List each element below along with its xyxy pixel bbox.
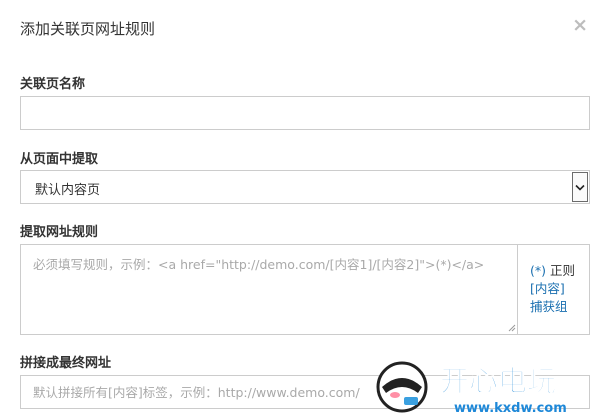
resize-grip-icon[interactable] [507, 323, 516, 332]
regex-label: 正则 [550, 263, 576, 278]
wildcard-link[interactable]: (*) [530, 263, 546, 278]
extract-from-select[interactable]: 默认内容页 [20, 170, 590, 204]
url-rule-textarea[interactable] [21, 245, 518, 334]
watermark-logo: 开心电玩 www.kxdw.com [376, 361, 567, 416]
final-url-label: 拼接成最终网址 [20, 356, 112, 371]
watermark-brand: 开心电玩 [440, 364, 556, 398]
url-rule-label: 提取网址规则 [20, 225, 99, 240]
page-name-input[interactable] [20, 96, 590, 130]
rule-help: (*) 正则 [内容] 捕获组 [530, 262, 575, 316]
page-name-label: 关联页名称 [20, 77, 86, 92]
capture-group-link[interactable]: 捕获组 [530, 298, 575, 316]
extract-from-label: 从页面中提取 [20, 152, 99, 167]
dialog-title: 添加关联页网址规则 [20, 20, 156, 38]
chevron-down-icon[interactable] [572, 172, 588, 202]
url-rule-box: (*) 正则 [内容] 捕获组 [20, 244, 590, 335]
watermark-domain: www.kxdw.com [454, 401, 567, 416]
content-link[interactable]: [内容] [530, 280, 575, 298]
select-value: 默认内容页 [35, 183, 101, 198]
close-icon[interactable]: × [572, 14, 588, 36]
